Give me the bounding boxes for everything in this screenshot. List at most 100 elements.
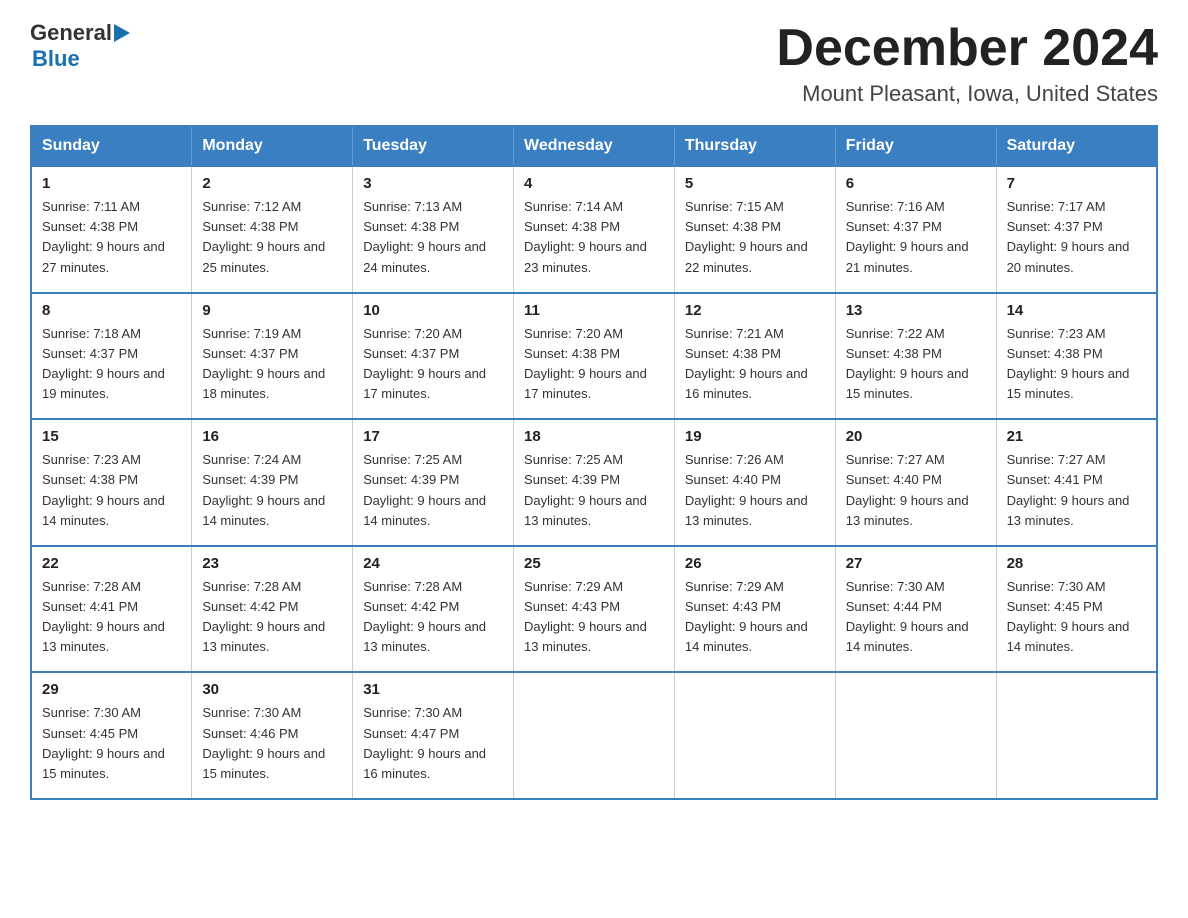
calendar-cell: 22 Sunrise: 7:28 AMSunset: 4:41 PMDaylig… xyxy=(31,546,192,673)
calendar-cell: 21 Sunrise: 7:27 AMSunset: 4:41 PMDaylig… xyxy=(996,419,1157,546)
calendar-week-row: 29 Sunrise: 7:30 AMSunset: 4:45 PMDaylig… xyxy=(31,672,1157,799)
weekday-header-saturday: Saturday xyxy=(996,126,1157,166)
calendar-week-row: 22 Sunrise: 7:28 AMSunset: 4:41 PMDaylig… xyxy=(31,546,1157,673)
day-number: 30 xyxy=(202,681,342,698)
calendar-cell: 15 Sunrise: 7:23 AMSunset: 4:38 PMDaylig… xyxy=(31,419,192,546)
day-info: Sunrise: 7:29 AMSunset: 4:43 PMDaylight:… xyxy=(685,577,825,658)
page-header: General Blue December 2024 Mount Pleasan… xyxy=(30,20,1158,107)
day-info: Sunrise: 7:23 AMSunset: 4:38 PMDaylight:… xyxy=(1007,324,1146,405)
day-number: 9 xyxy=(202,302,342,319)
day-info: Sunrise: 7:22 AMSunset: 4:38 PMDaylight:… xyxy=(846,324,986,405)
day-info: Sunrise: 7:24 AMSunset: 4:39 PMDaylight:… xyxy=(202,450,342,531)
calendar-cell: 2 Sunrise: 7:12 AMSunset: 4:38 PMDayligh… xyxy=(192,166,353,293)
day-info: Sunrise: 7:30 AMSunset: 4:44 PMDaylight:… xyxy=(846,577,986,658)
day-info: Sunrise: 7:15 AMSunset: 4:38 PMDaylight:… xyxy=(685,197,825,278)
calendar-cell xyxy=(674,672,835,799)
calendar-cell: 25 Sunrise: 7:29 AMSunset: 4:43 PMDaylig… xyxy=(514,546,675,673)
calendar-title: December 2024 xyxy=(776,20,1158,77)
calendar-cell: 7 Sunrise: 7:17 AMSunset: 4:37 PMDayligh… xyxy=(996,166,1157,293)
day-number: 18 xyxy=(524,428,664,445)
day-info: Sunrise: 7:20 AMSunset: 4:37 PMDaylight:… xyxy=(363,324,503,405)
logo: General Blue xyxy=(30,20,132,72)
calendar-cell: 26 Sunrise: 7:29 AMSunset: 4:43 PMDaylig… xyxy=(674,546,835,673)
day-info: Sunrise: 7:28 AMSunset: 4:42 PMDaylight:… xyxy=(202,577,342,658)
day-number: 16 xyxy=(202,428,342,445)
day-number: 20 xyxy=(846,428,986,445)
calendar-cell: 30 Sunrise: 7:30 AMSunset: 4:46 PMDaylig… xyxy=(192,672,353,799)
calendar-cell: 23 Sunrise: 7:28 AMSunset: 4:42 PMDaylig… xyxy=(192,546,353,673)
day-number: 11 xyxy=(524,302,664,319)
day-info: Sunrise: 7:13 AMSunset: 4:38 PMDaylight:… xyxy=(363,197,503,278)
calendar-cell: 9 Sunrise: 7:19 AMSunset: 4:37 PMDayligh… xyxy=(192,293,353,420)
day-info: Sunrise: 7:30 AMSunset: 4:46 PMDaylight:… xyxy=(202,703,342,784)
day-info: Sunrise: 7:26 AMSunset: 4:40 PMDaylight:… xyxy=(685,450,825,531)
day-number: 13 xyxy=(846,302,986,319)
day-info: Sunrise: 7:25 AMSunset: 4:39 PMDaylight:… xyxy=(524,450,664,531)
calendar-cell: 4 Sunrise: 7:14 AMSunset: 4:38 PMDayligh… xyxy=(514,166,675,293)
logo-general-text: General xyxy=(30,20,112,46)
calendar-table: SundayMondayTuesdayWednesdayThursdayFrid… xyxy=(30,125,1158,800)
calendar-week-row: 8 Sunrise: 7:18 AMSunset: 4:37 PMDayligh… xyxy=(31,293,1157,420)
calendar-cell: 6 Sunrise: 7:16 AMSunset: 4:37 PMDayligh… xyxy=(835,166,996,293)
day-number: 15 xyxy=(42,428,181,445)
day-number: 14 xyxy=(1007,302,1146,319)
weekday-header-tuesday: Tuesday xyxy=(353,126,514,166)
calendar-cell: 12 Sunrise: 7:21 AMSunset: 4:38 PMDaylig… xyxy=(674,293,835,420)
calendar-cell: 24 Sunrise: 7:28 AMSunset: 4:42 PMDaylig… xyxy=(353,546,514,673)
day-number: 27 xyxy=(846,555,986,572)
day-number: 22 xyxy=(42,555,181,572)
calendar-cell: 11 Sunrise: 7:20 AMSunset: 4:38 PMDaylig… xyxy=(514,293,675,420)
calendar-cell: 8 Sunrise: 7:18 AMSunset: 4:37 PMDayligh… xyxy=(31,293,192,420)
day-number: 29 xyxy=(42,681,181,698)
weekday-header-friday: Friday xyxy=(835,126,996,166)
day-info: Sunrise: 7:19 AMSunset: 4:37 PMDaylight:… xyxy=(202,324,342,405)
day-number: 7 xyxy=(1007,175,1146,192)
calendar-cell: 18 Sunrise: 7:25 AMSunset: 4:39 PMDaylig… xyxy=(514,419,675,546)
calendar-cell: 13 Sunrise: 7:22 AMSunset: 4:38 PMDaylig… xyxy=(835,293,996,420)
calendar-cell: 19 Sunrise: 7:26 AMSunset: 4:40 PMDaylig… xyxy=(674,419,835,546)
day-number: 25 xyxy=(524,555,664,572)
calendar-cell xyxy=(835,672,996,799)
day-number: 3 xyxy=(363,175,503,192)
calendar-cell xyxy=(996,672,1157,799)
day-info: Sunrise: 7:18 AMSunset: 4:37 PMDaylight:… xyxy=(42,324,181,405)
day-info: Sunrise: 7:20 AMSunset: 4:38 PMDaylight:… xyxy=(524,324,664,405)
calendar-cell: 1 Sunrise: 7:11 AMSunset: 4:38 PMDayligh… xyxy=(31,166,192,293)
day-number: 1 xyxy=(42,175,181,192)
day-number: 10 xyxy=(363,302,503,319)
day-info: Sunrise: 7:17 AMSunset: 4:37 PMDaylight:… xyxy=(1007,197,1146,278)
day-number: 21 xyxy=(1007,428,1146,445)
calendar-cell: 28 Sunrise: 7:30 AMSunset: 4:45 PMDaylig… xyxy=(996,546,1157,673)
calendar-title-area: December 2024 Mount Pleasant, Iowa, Unit… xyxy=(776,20,1158,107)
day-number: 26 xyxy=(685,555,825,572)
calendar-cell: 17 Sunrise: 7:25 AMSunset: 4:39 PMDaylig… xyxy=(353,419,514,546)
day-info: Sunrise: 7:30 AMSunset: 4:45 PMDaylight:… xyxy=(42,703,181,784)
calendar-cell: 27 Sunrise: 7:30 AMSunset: 4:44 PMDaylig… xyxy=(835,546,996,673)
day-number: 6 xyxy=(846,175,986,192)
day-info: Sunrise: 7:27 AMSunset: 4:41 PMDaylight:… xyxy=(1007,450,1146,531)
day-info: Sunrise: 7:21 AMSunset: 4:38 PMDaylight:… xyxy=(685,324,825,405)
calendar-cell: 5 Sunrise: 7:15 AMSunset: 4:38 PMDayligh… xyxy=(674,166,835,293)
calendar-cell: 3 Sunrise: 7:13 AMSunset: 4:38 PMDayligh… xyxy=(353,166,514,293)
day-number: 5 xyxy=(685,175,825,192)
weekday-header-wednesday: Wednesday xyxy=(514,126,675,166)
calendar-cell: 20 Sunrise: 7:27 AMSunset: 4:40 PMDaylig… xyxy=(835,419,996,546)
day-info: Sunrise: 7:28 AMSunset: 4:42 PMDaylight:… xyxy=(363,577,503,658)
logo-blue-text: Blue xyxy=(32,46,132,72)
weekday-header-monday: Monday xyxy=(192,126,353,166)
calendar-cell: 29 Sunrise: 7:30 AMSunset: 4:45 PMDaylig… xyxy=(31,672,192,799)
day-info: Sunrise: 7:12 AMSunset: 4:38 PMDaylight:… xyxy=(202,197,342,278)
calendar-cell: 14 Sunrise: 7:23 AMSunset: 4:38 PMDaylig… xyxy=(996,293,1157,420)
day-number: 28 xyxy=(1007,555,1146,572)
day-info: Sunrise: 7:11 AMSunset: 4:38 PMDaylight:… xyxy=(42,197,181,278)
day-info: Sunrise: 7:16 AMSunset: 4:37 PMDaylight:… xyxy=(846,197,986,278)
day-info: Sunrise: 7:27 AMSunset: 4:40 PMDaylight:… xyxy=(846,450,986,531)
calendar-subtitle: Mount Pleasant, Iowa, United States xyxy=(776,81,1158,107)
calendar-cell: 16 Sunrise: 7:24 AMSunset: 4:39 PMDaylig… xyxy=(192,419,353,546)
day-number: 24 xyxy=(363,555,503,572)
day-info: Sunrise: 7:25 AMSunset: 4:39 PMDaylight:… xyxy=(363,450,503,531)
day-info: Sunrise: 7:23 AMSunset: 4:38 PMDaylight:… xyxy=(42,450,181,531)
day-info: Sunrise: 7:30 AMSunset: 4:47 PMDaylight:… xyxy=(363,703,503,784)
weekday-header-thursday: Thursday xyxy=(674,126,835,166)
calendar-cell: 31 Sunrise: 7:30 AMSunset: 4:47 PMDaylig… xyxy=(353,672,514,799)
